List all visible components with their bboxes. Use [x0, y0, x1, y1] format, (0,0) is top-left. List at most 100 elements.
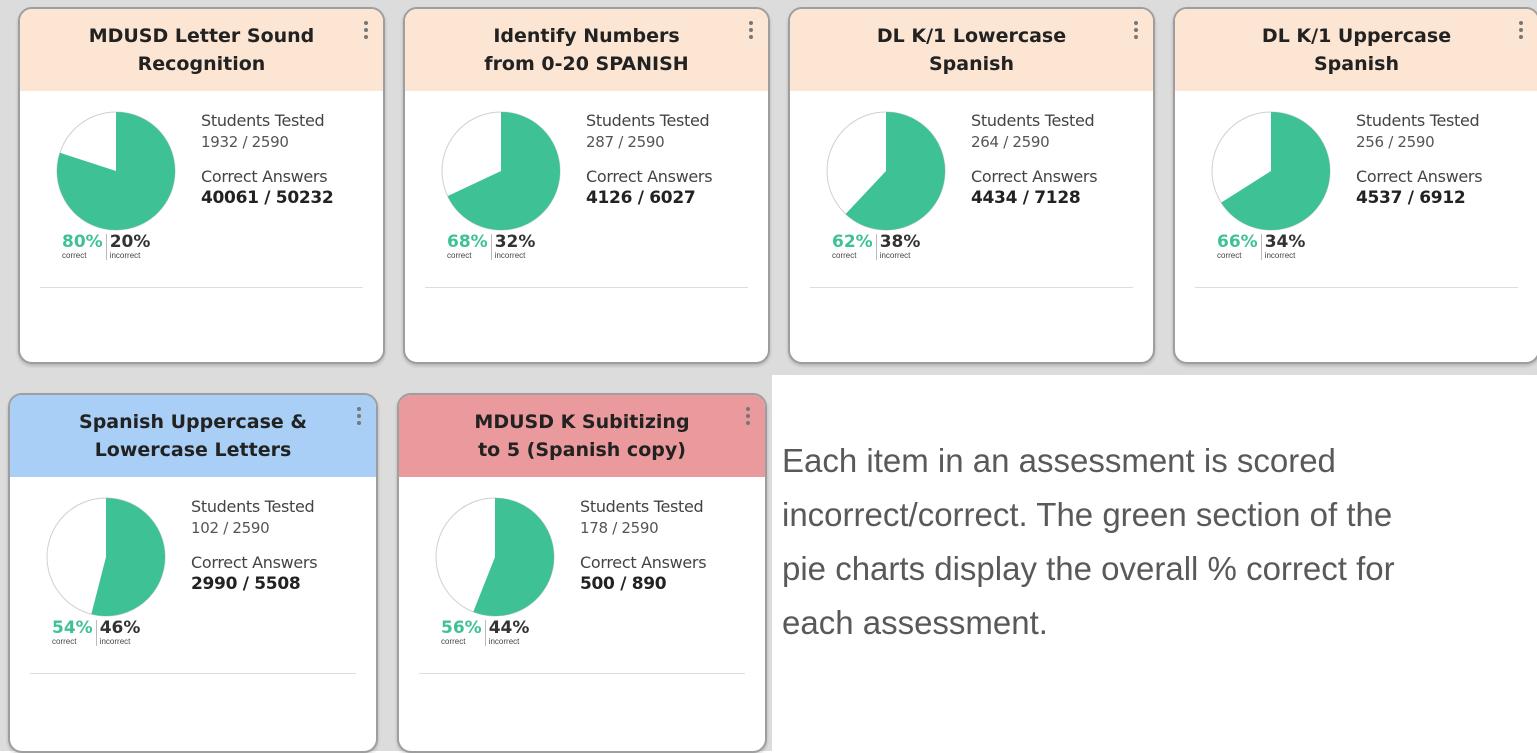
- percent-separator: [490, 234, 492, 260]
- students-tested-label: Students Tested: [191, 497, 315, 516]
- percent-summary: 54% correct 46% incorrect: [52, 620, 140, 647]
- card-title: MDUSD Letter Sound Recognition: [88, 25, 315, 75]
- card-title: DL K/1 Uppercase Spanish: [1261, 25, 1452, 75]
- incorrect-caption: incorrect: [109, 251, 141, 260]
- correct-answers-label: Correct Answers: [201, 167, 328, 186]
- correct-answers-label: Correct Answers: [580, 553, 707, 572]
- correct-answers-label: Correct Answers: [191, 553, 318, 572]
- correct-answers-label: Correct Answers: [971, 167, 1098, 186]
- percent-correct: 54%: [52, 618, 93, 638]
- kebab-menu-icon[interactable]: [363, 21, 369, 43]
- percent-incorrect: 32%: [494, 232, 536, 252]
- kebab-menu-icon[interactable]: [1518, 21, 1524, 43]
- incorrect-caption: incorrect: [879, 251, 911, 260]
- correct-caption: correct: [62, 251, 87, 260]
- card-header: Identify Numbers from 0-20 SPANISH: [405, 9, 768, 91]
- incorrect-caption: incorrect: [99, 637, 131, 646]
- explanation-note: Each item in an assessment is scored inc…: [782, 434, 1537, 650]
- pie-chart: [46, 497, 166, 617]
- card-stats: Students Tested 256 / 2590 Correct Answe…: [1356, 111, 1483, 223]
- card-header: MDUSD Letter Sound Recognition: [20, 9, 383, 91]
- students-tested-value: 287 / 2590: [586, 133, 665, 151]
- correct-caption: correct: [441, 637, 466, 646]
- pie-chart: [826, 111, 946, 231]
- percent-incorrect: 44%: [488, 618, 530, 638]
- assessment-card[interactable]: Spanish Uppercase & Lowercase Letters St…: [8, 393, 378, 753]
- card-divider: [1195, 287, 1518, 288]
- correct-answers-value: 4537 / 6912: [1356, 188, 1466, 208]
- card-header: DL K/1 Lowercase Spanish: [790, 9, 1153, 91]
- percent-correct: 56%: [441, 618, 482, 638]
- card-body: Students Tested 1932 / 2590 Correct Answ…: [20, 91, 383, 362]
- card-title: DL K/1 Lowercase Spanish: [876, 25, 1067, 75]
- percent-incorrect: 38%: [879, 232, 921, 252]
- card-divider: [40, 287, 363, 288]
- percent-correct: 66%: [1217, 232, 1258, 252]
- students-tested-label: Students Tested: [971, 111, 1095, 130]
- percent-correct: 62%: [832, 232, 873, 252]
- assessment-card[interactable]: MDUSD K Subitizing to 5 (Spanish copy) S…: [397, 393, 767, 753]
- card-header: MDUSD K Subitizing to 5 (Spanish copy): [399, 395, 765, 477]
- card-title: Spanish Uppercase & Lowercase Letters: [79, 411, 307, 461]
- assessment-card[interactable]: DL K/1 Lowercase Spanish Students Tested…: [788, 7, 1155, 364]
- percent-summary: 80% correct 20% incorrect: [62, 234, 150, 261]
- card-divider: [810, 287, 1133, 288]
- assessment-card[interactable]: MDUSD Letter Sound Recognition Students …: [18, 7, 385, 364]
- card-stats: Students Tested 102 / 2590 Correct Answe…: [191, 497, 318, 609]
- card-stats: Students Tested 1932 / 2590 Correct Answ…: [201, 111, 334, 223]
- card-divider: [425, 287, 748, 288]
- pie-chart: [435, 497, 555, 617]
- students-tested-value: 1932 / 2590: [201, 133, 289, 151]
- incorrect-caption: incorrect: [488, 637, 520, 646]
- kebab-menu-icon[interactable]: [745, 407, 751, 429]
- assessment-card[interactable]: Identify Numbers from 0-20 SPANISH Stude…: [403, 7, 770, 364]
- percent-correct: 80%: [62, 232, 103, 252]
- pie-chart: [56, 111, 176, 231]
- percent-summary: 56% correct 44% incorrect: [441, 620, 529, 647]
- card-stats: Students Tested 264 / 2590 Correct Answe…: [971, 111, 1098, 223]
- percent-separator: [1260, 234, 1262, 260]
- correct-answers-label: Correct Answers: [1356, 167, 1483, 186]
- students-tested-label: Students Tested: [580, 497, 704, 516]
- card-body: Students Tested 178 / 2590 Correct Answe…: [399, 477, 765, 751]
- percent-correct: 68%: [447, 232, 488, 252]
- percent-summary: 68% correct 32% incorrect: [447, 234, 535, 261]
- students-tested-label: Students Tested: [201, 111, 325, 130]
- note-line-4: each assessment.: [782, 604, 1048, 641]
- correct-caption: correct: [832, 251, 857, 260]
- students-tested-label: Students Tested: [1356, 111, 1480, 130]
- correct-answers-label: Correct Answers: [586, 167, 713, 186]
- card-body: Students Tested 264 / 2590 Correct Answe…: [790, 91, 1153, 362]
- card-divider: [30, 673, 356, 674]
- pie-chart: [441, 111, 561, 231]
- card-header: DL K/1 Uppercase Spanish: [1175, 9, 1537, 91]
- card-title: Identify Numbers from 0-20 SPANISH: [484, 25, 689, 75]
- students-tested-value: 256 / 2590: [1356, 133, 1435, 151]
- correct-answers-value: 40061 / 50232: [201, 188, 334, 208]
- incorrect-caption: incorrect: [494, 251, 526, 260]
- pie-chart: [1211, 111, 1331, 231]
- correct-answers-value: 4126 / 6027: [586, 188, 696, 208]
- percent-separator: [875, 234, 877, 260]
- percent-separator: [95, 620, 97, 646]
- assessment-card[interactable]: DL K/1 Uppercase Spanish Students Tested…: [1173, 7, 1537, 364]
- card-stats: Students Tested 287 / 2590 Correct Answe…: [586, 111, 713, 223]
- note-line-1: Each item in an assessment is scored: [782, 442, 1336, 479]
- students-tested-label: Students Tested: [586, 111, 710, 130]
- card-body: Students Tested 287 / 2590 Correct Answe…: [405, 91, 768, 362]
- percent-incorrect: 34%: [1264, 232, 1306, 252]
- kebab-menu-icon[interactable]: [356, 407, 362, 429]
- card-stats: Students Tested 178 / 2590 Correct Answe…: [580, 497, 707, 609]
- correct-caption: correct: [447, 251, 472, 260]
- kebab-menu-icon[interactable]: [1133, 21, 1139, 43]
- correct-caption: correct: [52, 637, 77, 646]
- card-header: Spanish Uppercase & Lowercase Letters: [10, 395, 376, 477]
- note-line-2: incorrect/correct. The green section of …: [782, 496, 1393, 533]
- percent-separator: [105, 234, 107, 260]
- correct-answers-value: 500 / 890: [580, 574, 667, 594]
- note-line-3: pie charts display the overall % correct…: [782, 550, 1395, 587]
- percent-separator: [484, 620, 486, 646]
- card-title: MDUSD K Subitizing to 5 (Spanish copy): [474, 411, 690, 461]
- percent-summary: 66% correct 34% incorrect: [1217, 234, 1305, 261]
- kebab-menu-icon[interactable]: [748, 21, 754, 43]
